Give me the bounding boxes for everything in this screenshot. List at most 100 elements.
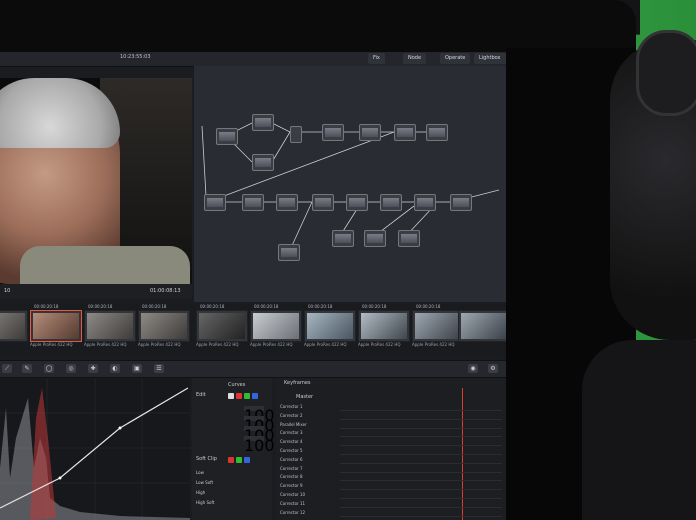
clip-thumbnail-selected[interactable] bbox=[30, 310, 82, 342]
tracker-icon[interactable]: ◎ bbox=[66, 364, 76, 373]
clip-codec-label: Apple ProRes 422 HQ bbox=[196, 342, 239, 347]
node-11[interactable] bbox=[312, 194, 334, 211]
key-icon[interactable]: ▣ bbox=[132, 364, 142, 373]
keyframe-track[interactable] bbox=[340, 493, 502, 499]
node-17[interactable] bbox=[332, 230, 354, 247]
clip-thumbnail[interactable] bbox=[84, 310, 136, 342]
video-viewer[interactable] bbox=[0, 78, 192, 284]
curve-value-field[interactable]: 100 bbox=[244, 436, 275, 455]
keyframe-row-label[interactable]: Corrector 1 bbox=[280, 404, 336, 409]
keyframe-row-label[interactable]: Parallel Mixer bbox=[280, 422, 336, 427]
node-18[interactable] bbox=[364, 230, 386, 247]
node-01[interactable] bbox=[216, 128, 238, 145]
node-09[interactable] bbox=[242, 194, 264, 211]
clip-timecode: 00:00:20:18 bbox=[416, 304, 441, 309]
lightbox-button[interactable]: Lightbox bbox=[474, 53, 506, 64]
keyframe-row-label[interactable]: Corrector 12 bbox=[280, 510, 336, 515]
sizing-icon[interactable]: ☰ bbox=[154, 364, 164, 373]
keyframe-track[interactable] bbox=[340, 484, 502, 491]
keyframe-track[interactable] bbox=[340, 475, 502, 482]
operate-button[interactable]: Operate bbox=[440, 53, 471, 64]
keyframe-row-label[interactable]: Corrector 3 bbox=[280, 430, 336, 435]
clip-thumbnail[interactable] bbox=[458, 310, 506, 342]
node-05[interactable] bbox=[359, 124, 381, 141]
settings-icon[interactable]: ⚙ bbox=[488, 364, 498, 373]
high-label: High bbox=[196, 490, 206, 495]
edit-label: Edit bbox=[196, 392, 206, 398]
clip-thumbnail[interactable] bbox=[412, 310, 464, 342]
person-shoulder bbox=[582, 340, 696, 520]
keyframe-track[interactable] bbox=[340, 467, 502, 473]
keyframe-track[interactable] bbox=[340, 423, 502, 429]
keyframe-track[interactable] bbox=[340, 431, 502, 438]
node-15[interactable] bbox=[450, 194, 472, 211]
node-editor[interactable] bbox=[194, 66, 506, 302]
curve-value-field[interactable]: 100 bbox=[244, 426, 275, 445]
soft-clip-green-button[interactable] bbox=[236, 457, 242, 463]
node-16[interactable] bbox=[278, 244, 300, 261]
keyframe-track[interactable] bbox=[340, 511, 502, 517]
low-label: Low bbox=[196, 470, 204, 475]
keyframe-track[interactable] bbox=[340, 502, 502, 508]
blue-channel-button[interactable] bbox=[252, 393, 258, 399]
keyframe-row-label[interactable]: Corrector 8 bbox=[280, 474, 336, 479]
node-12[interactable] bbox=[346, 194, 368, 211]
magic-mask-icon[interactable]: ✚ bbox=[88, 364, 98, 373]
clip-timecode: 00:00:20:18 bbox=[200, 304, 225, 309]
curve-value-field[interactable]: 100 bbox=[244, 406, 275, 425]
keyframe-track[interactable] bbox=[340, 414, 502, 420]
clip-timecode: 00:00:20:18 bbox=[308, 304, 333, 309]
keyframe-row-label[interactable]: Corrector 4 bbox=[280, 439, 336, 444]
clip-thumbnail[interactable] bbox=[250, 310, 302, 342]
green-channel-button[interactable] bbox=[244, 393, 250, 399]
node-14[interactable] bbox=[414, 194, 436, 211]
clip-thumbnail[interactable] bbox=[138, 310, 190, 342]
soft-clip-red-button[interactable] bbox=[228, 457, 234, 463]
curves-controls: Curves Edit 100 100 100 100 Soft Clip Lo… bbox=[192, 378, 275, 520]
actor-collar bbox=[20, 246, 190, 284]
blur-icon[interactable]: ◐ bbox=[110, 364, 120, 373]
fix-button[interactable]: Fix bbox=[368, 53, 385, 64]
keyframe-track[interactable] bbox=[340, 449, 502, 455]
luma-channel-button[interactable] bbox=[228, 393, 234, 399]
keyframe-track[interactable] bbox=[340, 405, 502, 411]
photo-scene: 10:23:55:03 Fix Node Operate Lightbox 10… bbox=[0, 0, 696, 520]
clip-thumbnail[interactable] bbox=[196, 310, 248, 342]
curves-tool-icon[interactable]: ⟋ bbox=[2, 364, 12, 373]
node-07[interactable] bbox=[426, 124, 448, 141]
clip-thumbnail[interactable] bbox=[358, 310, 410, 342]
node-13[interactable] bbox=[380, 194, 402, 211]
curves-title: Curves bbox=[228, 382, 246, 388]
node-mixer[interactable] bbox=[290, 126, 302, 143]
eyedropper-icon[interactable]: ✎ bbox=[22, 364, 32, 373]
soft-clip-label: Soft Clip bbox=[196, 456, 217, 462]
red-channel-button[interactable] bbox=[236, 393, 242, 399]
clip-codec-label: Apple ProRes 422 HQ bbox=[250, 342, 293, 347]
keyframe-track[interactable] bbox=[340, 458, 502, 464]
node-04[interactable] bbox=[322, 124, 344, 141]
node-button[interactable]: Node bbox=[403, 53, 427, 64]
palette-toolbar: ⟋ ✎ ◯ ◎ ✚ ◐ ▣ ☰ ◉ ⚙ bbox=[0, 360, 506, 378]
keyframe-row-label[interactable]: Corrector 5 bbox=[280, 448, 336, 453]
node-19[interactable] bbox=[398, 230, 420, 247]
clip-thumbnail[interactable] bbox=[0, 310, 28, 342]
node-02[interactable] bbox=[252, 114, 274, 131]
keyframe-row-label[interactable]: Corrector 10 bbox=[280, 492, 336, 497]
curve-value-field[interactable]: 100 bbox=[244, 416, 275, 435]
node-10[interactable] bbox=[276, 194, 298, 211]
keyframe-row-label[interactable]: Corrector 6 bbox=[280, 457, 336, 462]
clip-thumbnail[interactable] bbox=[304, 310, 356, 342]
viewer-mode-icon[interactable]: ◉ bbox=[468, 364, 478, 373]
node-08[interactable] bbox=[204, 194, 226, 211]
curves-histogram[interactable] bbox=[0, 378, 190, 520]
keyframe-row-label[interactable]: Corrector 9 bbox=[280, 483, 336, 488]
clip-timecode: 00:00:20:18 bbox=[88, 304, 113, 309]
node-06[interactable] bbox=[394, 124, 416, 141]
keyframe-row-label[interactable]: Corrector 2 bbox=[280, 413, 336, 418]
window-icon[interactable]: ◯ bbox=[44, 364, 54, 373]
keyframe-row-label[interactable]: Corrector 11 bbox=[280, 501, 336, 506]
keyframe-track[interactable] bbox=[340, 440, 502, 447]
node-03[interactable] bbox=[252, 154, 274, 171]
soft-clip-blue-button[interactable] bbox=[244, 457, 250, 463]
keyframe-row-label[interactable]: Corrector 7 bbox=[280, 466, 336, 471]
